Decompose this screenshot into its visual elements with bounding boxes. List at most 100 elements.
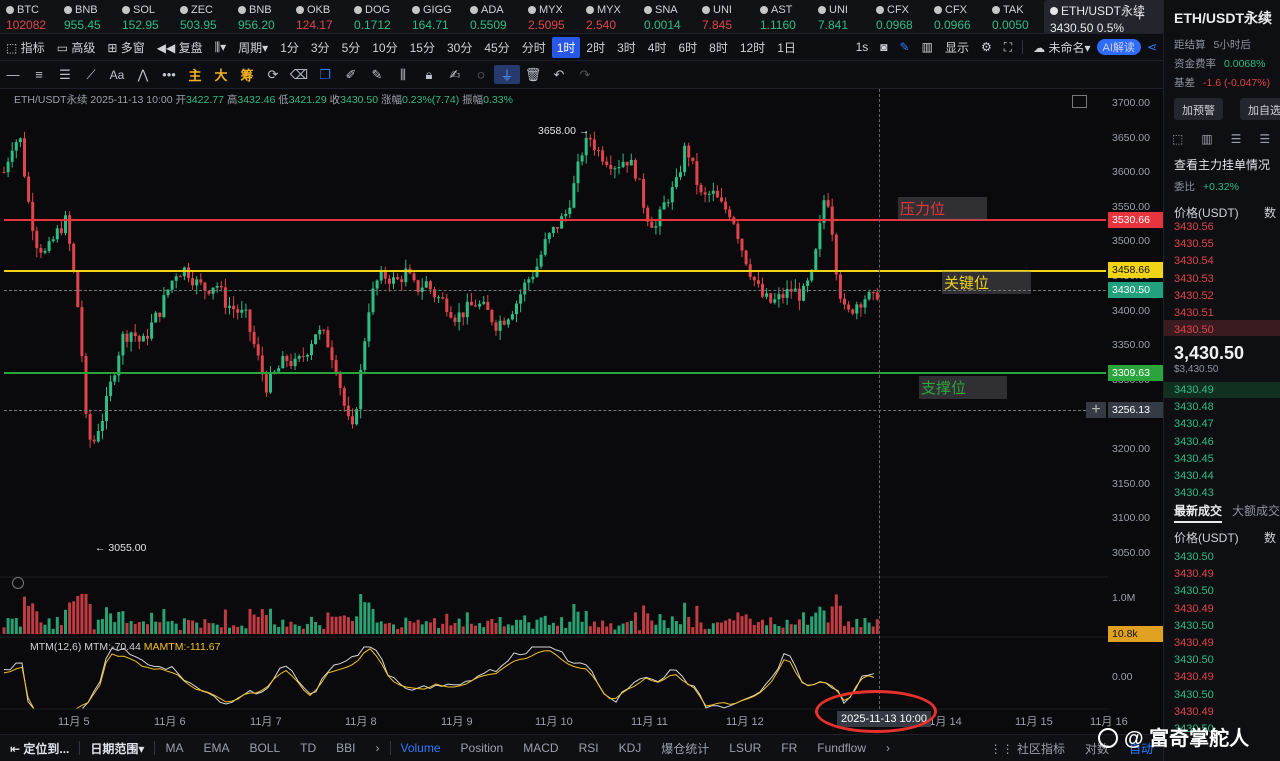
bid-row[interactable]: 3430.47	[1174, 418, 1280, 430]
ticker-item[interactable]: CFX 0.0968	[870, 0, 928, 33]
indicator-fundflow[interactable]: Fundflow	[807, 741, 876, 755]
trash-icon[interactable]: 🗑︎	[520, 67, 546, 83]
collapse-pane-icon[interactable]	[12, 577, 24, 589]
bid-row[interactable]: 3430.49	[1174, 384, 1280, 396]
tf-1d[interactable]: 1日	[771, 39, 802, 56]
tf-1h[interactable]: 1时	[551, 36, 581, 58]
support-line[interactable]	[4, 372, 1106, 374]
ray-tool-icon[interactable]: ⟋	[78, 67, 104, 83]
camera-icon[interactable]: ◙	[874, 40, 893, 54]
tf-30m[interactable]: 30分	[441, 39, 478, 56]
ticker-item[interactable]: UNI 7.841	[812, 0, 870, 33]
indicator-macd[interactable]: MACD	[513, 741, 568, 755]
bid-row[interactable]: 3430.48	[1174, 401, 1280, 413]
ticker-item[interactable]: MYX 2.5095	[522, 0, 580, 33]
ticker-item[interactable]: MYX 2.540	[580, 0, 638, 33]
ticker-item[interactable]: ADA 0.5509	[464, 0, 522, 33]
goto-button[interactable]: ⇤ 定位到...	[0, 740, 79, 757]
tf-5m[interactable]: 5分	[336, 39, 367, 56]
hline-tool-icon[interactable]: —	[0, 67, 26, 82]
tf-1m[interactable]: 1分	[274, 39, 305, 56]
indicator-boll[interactable]: BOLL	[239, 741, 290, 755]
candles-icon[interactable]: ⫼	[390, 67, 416, 83]
date-range-dropdown[interactable]: 日期范围▾	[80, 740, 154, 757]
price-axis[interactable]: 3050.003100.003150.003200.003250.003300.…	[1108, 89, 1163, 734]
ticker-item[interactable]: GIGG 164.71	[406, 0, 464, 33]
ticker-item[interactable]: AST 1.1160	[754, 0, 812, 33]
ask-row[interactable]: 3430.56	[1174, 221, 1280, 233]
indicator-ma[interactable]: MA	[155, 741, 193, 755]
copy-icon[interactable]: ❐	[312, 67, 338, 83]
trades-tabs[interactable]: 最新成交 大额成交	[1174, 502, 1280, 523]
replay-button[interactable]: ◀◀ 复盘	[151, 39, 209, 56]
advanced-button[interactable]: ▭ 高级	[51, 39, 102, 56]
indicators-button[interactable]: ⬚ 指标	[0, 39, 51, 56]
pattern-tool-icon[interactable]: ⋀	[130, 67, 156, 83]
orderbook-view-icons[interactable]: ⬚▥☰☰	[1172, 132, 1280, 146]
indicator-fr[interactable]: FR	[771, 741, 807, 755]
multi-window-button[interactable]: ⊞ 多窗	[101, 39, 150, 56]
fib-tool-icon[interactable]: ☰	[52, 67, 78, 83]
ask-row[interactable]: 3430.52	[1174, 290, 1280, 302]
expand-icon[interactable]	[1072, 95, 1087, 108]
ticker-item[interactable]: BTC 102082	[0, 0, 58, 33]
fullscreen-icon[interactable]: ⛶	[998, 40, 1018, 55]
ticker-item[interactable]: ZEC 503.95	[174, 0, 232, 33]
ticker-item[interactable]: BNB 956.20	[232, 0, 290, 33]
add-tab-icon[interactable]: +	[1135, 8, 1144, 26]
bid-row[interactable]: 3430.46	[1174, 436, 1280, 448]
active-symbol-tab[interactable]: ETH/USDT永续 3430.50 0.5%	[1044, 0, 1174, 33]
chart-area[interactable]: ETH/USDT永续 2025-11-13 10:00 开3422.77 高34…	[0, 89, 1163, 734]
layout-name-dropdown[interactable]: ☁ 未命名▾	[1027, 39, 1096, 56]
indicator-bbi[interactable]: BBI	[326, 741, 365, 755]
ask-row[interactable]: 3430.55	[1174, 238, 1280, 250]
lock-icon[interactable]: 🔒︎	[416, 67, 442, 83]
eraser-icon[interactable]: ⌫	[286, 67, 312, 83]
tf-15m[interactable]: 15分	[404, 39, 441, 56]
scroll-right-icon[interactable]: ›	[366, 741, 390, 755]
ask-row[interactable]: 3430.54	[1174, 255, 1280, 267]
tf-3h[interactable]: 3时	[611, 39, 642, 56]
ticker-item[interactable]: CFX 0.0966	[928, 0, 986, 33]
chips-button[interactable]: 筹	[234, 65, 260, 84]
chart-type-button[interactable]: ⫼▾	[209, 40, 233, 55]
tf-2h[interactable]: 2时	[580, 39, 611, 56]
ticker-item[interactable]: TAK 0.0050	[986, 0, 1044, 33]
ticker-item[interactable]: BNB 955.45	[58, 0, 116, 33]
indicator-kdj[interactable]: KDJ	[609, 741, 652, 755]
tf-timeline[interactable]: 分时	[516, 39, 552, 56]
parallel-tool-icon[interactable]: ≡	[26, 67, 52, 82]
big-order-button[interactable]: 大	[208, 65, 234, 84]
brush-icon[interactable]: ✎	[364, 67, 390, 83]
ticker-item[interactable]: OKB 124.17	[290, 0, 348, 33]
indicator-volume[interactable]: Volume	[391, 741, 451, 755]
indicator-td[interactable]: TD	[290, 741, 326, 755]
tf-12h[interactable]: 12时	[734, 39, 771, 56]
text-tool-icon[interactable]: Aa	[104, 68, 130, 82]
tf-1s[interactable]: 1s	[850, 40, 875, 54]
indicator-liquidation[interactable]: 爆仓统计	[651, 740, 719, 757]
share-icon[interactable]: ⋖	[1141, 40, 1163, 54]
ask-row[interactable]: 3430.53	[1174, 273, 1280, 285]
bid-row[interactable]: 3430.45	[1174, 453, 1280, 465]
add-favorite-button[interactable]: 加自选	[1240, 98, 1280, 120]
tf-8h[interactable]: 8时	[703, 39, 734, 56]
add-alert-button[interactable]: 加预警	[1174, 98, 1223, 120]
filter-icon[interactable]: ⏚	[494, 65, 520, 84]
pen-icon[interactable]: ✎	[894, 40, 916, 54]
sync-icon[interactable]: ⟳	[260, 67, 286, 83]
ticker-item[interactable]: UNI 7.845	[696, 0, 754, 33]
bid-row[interactable]: 3430.44	[1174, 470, 1280, 482]
display-button[interactable]: 显示	[939, 39, 975, 56]
scroll-right-icon[interactable]: ›	[876, 741, 900, 755]
tf-6h[interactable]: 6时	[672, 39, 703, 56]
bid-row[interactable]: 3430.43	[1174, 487, 1280, 499]
ticker-item[interactable]: SNA 0.0014	[638, 0, 696, 33]
period-dropdown[interactable]: 周期▾	[232, 39, 274, 56]
tf-4h[interactable]: 4时	[642, 39, 673, 56]
indicator-lsur[interactable]: LSUR	[719, 741, 771, 755]
tf-3m[interactable]: 3分	[305, 39, 336, 56]
undo-icon[interactable]: ↶	[546, 67, 572, 83]
redo-icon[interactable]: ↷	[572, 67, 598, 83]
indicator-rsi[interactable]: RSI	[569, 741, 609, 755]
